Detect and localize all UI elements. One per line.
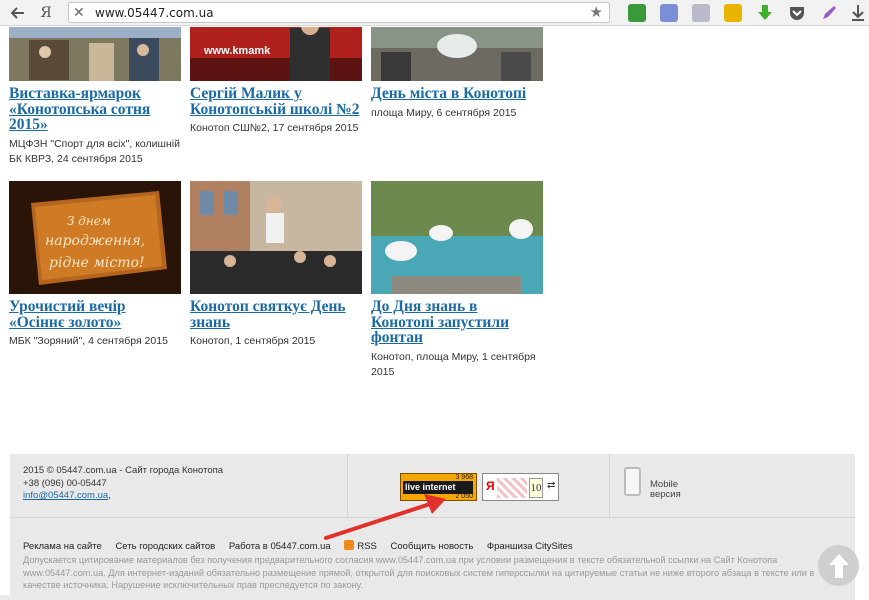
rss-icon <box>344 540 355 550</box>
counter-pattern <box>497 478 527 498</box>
news-title-link[interactable]: Сергій Малик у Конотопській школі №2 <box>190 86 362 117</box>
browser-toolbar: Я ✕ www.05447.com.ua ★ <box>0 0 869 26</box>
news-thumbnail[interactable]: З днем народження, рідне місто! <box>9 181 181 294</box>
news-card[interactable]: З днем народження, рідне місто! Урочисти… <box>9 181 181 350</box>
arrow-left-icon <box>11 7 24 19</box>
news-meta: Конотоп, 1 сентября 2015 <box>190 335 316 347</box>
footer-link-jobs[interactable]: Работа в 05447.com.ua <box>229 541 331 552</box>
pocket-icon[interactable] <box>788 4 806 22</box>
news-meta: МБК "Зоряний", 4 сентября 2015 <box>9 335 168 347</box>
footer-link-advertising[interactable]: Реклама на сайте <box>23 541 102 552</box>
news-thumbnail[interactable] <box>371 27 543 81</box>
news-title-link[interactable]: День міста в Конотопі <box>371 86 543 102</box>
footer-link-city-network[interactable]: Сеть городских сайтов <box>115 541 215 552</box>
footer-email-suffix: , <box>108 490 111 501</box>
stage-text-line2: народження, <box>45 233 145 249</box>
download-icon[interactable] <box>850 4 868 22</box>
footer-divider <box>347 454 348 517</box>
news-title-link[interactable]: Конотоп святкує День знань <box>190 299 362 330</box>
stage-text-line3: рідне місто! <box>49 255 145 271</box>
news-title-link[interactable]: Урочистий вечір «Осіннє золото» <box>9 299 181 330</box>
status-bar <box>0 595 200 600</box>
mobile-label-line2: версия <box>650 489 681 500</box>
news-thumbnail[interactable] <box>190 181 362 294</box>
arrow-up-icon <box>828 553 849 578</box>
footer-contacts: 2015 © 05447.com.ua - Сайт города Коното… <box>23 465 223 503</box>
refresh-icon: ⇄ <box>547 480 556 491</box>
page-content: Виставка-ярмарок «Конотопська сотня 2015… <box>0 27 869 600</box>
weather-extension-icon[interactable] <box>724 4 742 22</box>
footer-email-link[interactable]: info@05447.com.ua <box>23 490 108 501</box>
footer-divider <box>609 454 610 517</box>
news-meta: Конотоп, площа Миру, 1 сентября 2015 <box>371 350 536 379</box>
news-meta: площа Миру, 6 сентября 2015 <box>371 106 517 119</box>
news-thumbnail[interactable]: www.kmamk <box>190 27 362 81</box>
footer-copyright: 2015 © 05447.com.ua - Сайт города Коното… <box>23 465 224 476</box>
footer-phone: +38 (096) 00-05447 <box>23 477 107 489</box>
footer-disclaimer: Допускается цитирование материалов без п… <box>23 555 815 590</box>
footer-link-rss[interactable]: RSS <box>344 540 377 552</box>
footer-separator <box>10 517 855 518</box>
yandex-metrika-counter[interactable]: Я 10 ⇄ <box>482 473 559 501</box>
news-card[interactable]: Виставка-ярмарок «Конотопська сотня 2015… <box>9 27 181 168</box>
news-card[interactable]: www.kmamk Сергій Малик у Конотопській шк… <box>190 27 362 137</box>
scroll-top-button[interactable] <box>818 545 859 586</box>
news-meta: МЦФЗН "Спорт для всіх", колишній БК КВРЗ… <box>9 137 180 166</box>
yandex-button[interactable]: Я <box>36 3 56 23</box>
close-icon[interactable]: ✕ <box>73 4 85 21</box>
url-text[interactable]: www.05447.com.ua <box>95 6 214 20</box>
liveinternet-counter[interactable]: 3 968 live internet 2 050 <box>400 473 477 501</box>
counter-value: 10 <box>529 478 543 498</box>
counter-bottom-number: 2 050 <box>455 493 473 500</box>
footer-link-report-news[interactable]: Сообщить новость <box>391 541 474 552</box>
stage-text-line1: З днем <box>67 214 111 228</box>
news-meta: Конотоп СШ№2, 17 сентября 2015 <box>190 122 359 134</box>
news-title-link[interactable]: До Дня знань в Конотопі запустили фонтан <box>371 299 543 346</box>
shield-extension-icon[interactable] <box>628 4 646 22</box>
news-card[interactable]: Конотоп святкує День знань Конотоп, 1 се… <box>190 181 362 350</box>
counter-top-number: 3 968 <box>455 474 473 481</box>
site-footer: 2015 © 05447.com.ua - Сайт города Коното… <box>10 454 855 600</box>
translate-extension-icon[interactable] <box>692 4 710 22</box>
news-card[interactable]: До Дня знань в Конотопі запустили фонтан… <box>371 181 543 381</box>
news-title-link[interactable]: Виставка-ярмарок «Конотопська сотня 2015… <box>9 86 181 133</box>
bookmark-star-icon[interactable]: ★ <box>590 3 603 21</box>
rss-label: RSS <box>357 541 377 552</box>
address-bar[interactable]: ✕ www.05447.com.ua ★ <box>68 2 610 23</box>
yandex-logo-icon: Я <box>486 479 495 493</box>
back-button[interactable] <box>8 3 28 23</box>
news-thumbnail[interactable] <box>371 181 543 294</box>
mail-extension-icon[interactable] <box>660 4 678 22</box>
kmamk-sign: www.kmamk <box>203 45 271 57</box>
mobile-version-label: Mobile версия <box>650 480 710 500</box>
phone-icon <box>624 467 641 496</box>
news-thumbnail[interactable] <box>9 27 181 81</box>
footer-links: Реклама на сайте Сеть городских сайтов Р… <box>23 540 584 552</box>
pen-icon[interactable] <box>820 4 838 22</box>
news-card[interactable]: День міста в Конотопі площа Миру, 6 сент… <box>371 27 543 121</box>
download-green-icon[interactable] <box>756 4 774 22</box>
footer-link-franchise[interactable]: Франшиза CitySites <box>487 541 573 552</box>
